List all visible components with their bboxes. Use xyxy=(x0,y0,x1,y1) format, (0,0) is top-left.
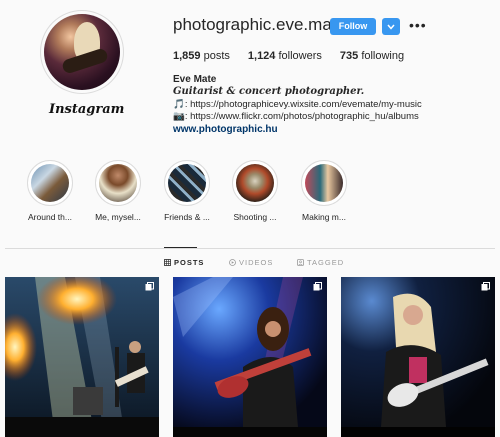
following-count-label: following xyxy=(361,50,405,62)
tag-icon xyxy=(297,259,304,266)
profile-avatar[interactable] xyxy=(40,10,124,94)
more-options-icon[interactable]: ••• xyxy=(409,17,427,33)
highlight-ring xyxy=(232,160,278,206)
followers-count-label: followers xyxy=(278,50,322,62)
post-thumbnail[interactable] xyxy=(173,277,327,437)
profile-stats: 1,859 posts 1,124 followers 735 followin… xyxy=(173,50,422,62)
profile-username: photographic.eve.mate xyxy=(173,15,346,34)
avatar-photo xyxy=(44,14,120,90)
highlight-ring xyxy=(164,160,210,206)
posts-count-label: posts xyxy=(203,50,230,62)
highlight-cover xyxy=(31,164,69,202)
bio-tagline: Guitarist & concert photographer. xyxy=(173,86,365,97)
highlight-label: Around th... xyxy=(28,212,72,222)
bio-full-name: Eve Mate xyxy=(173,74,217,85)
highlight-ring xyxy=(95,160,141,206)
followers-count-value: 1,124 xyxy=(247,50,276,62)
chevron-down-icon xyxy=(387,24,395,30)
posts-count[interactable]: 1,859 posts xyxy=(173,50,230,62)
highlight-ring xyxy=(301,160,347,206)
highlight-shooting[interactable]: Shooting ... xyxy=(225,160,285,222)
tab-tagged[interactable]: TAGGED xyxy=(297,258,344,267)
highlight-ring xyxy=(27,160,73,206)
highlight-cover xyxy=(305,164,343,202)
highlight-cover xyxy=(99,164,137,202)
tab-posts-label: POSTS xyxy=(174,258,205,267)
follow-button[interactable]: Follow xyxy=(330,18,376,35)
grid-icon xyxy=(164,259,171,266)
tab-videos[interactable]: VIDEOS xyxy=(229,258,273,267)
bio-website-link[interactable]: www.photographic.hu xyxy=(173,124,278,135)
post-image-fire-stage xyxy=(5,277,159,437)
highlight-cover xyxy=(168,164,206,202)
tab-posts[interactable]: POSTS xyxy=(164,258,204,267)
following-count[interactable]: 735 following xyxy=(340,50,404,62)
tab-tagged-label: TAGGED xyxy=(307,258,345,267)
followers-count[interactable]: 1,124 followers xyxy=(248,50,322,62)
post-thumbnail[interactable] xyxy=(341,277,495,437)
highlight-label: Me, mysel... xyxy=(95,212,141,222)
highlight-me[interactable]: Me, mysel... xyxy=(88,160,148,222)
posts-count-value: 1,859 xyxy=(173,50,201,62)
highlight-cover xyxy=(236,164,274,202)
multiple-photos-icon xyxy=(145,282,154,291)
highlight-label: Friends & ... xyxy=(164,212,210,222)
post-image-guitarist-blonde xyxy=(341,277,495,437)
multiple-photos-icon xyxy=(313,282,322,291)
bio-flickr-link: 📷: https://www.flickr.com/photos/photogr… xyxy=(173,111,419,122)
bio-music-link: 🎵: https://photographicevy.wixsite.com/e… xyxy=(173,99,422,110)
video-icon xyxy=(229,259,236,266)
highlight-making[interactable]: Making m... xyxy=(294,160,354,222)
highlight-around[interactable]: Around th... xyxy=(20,160,80,222)
instagram-logo: Instagram xyxy=(49,102,125,117)
post-thumbnail[interactable] xyxy=(5,277,159,437)
tabs-divider xyxy=(5,248,495,249)
tab-videos-label: VIDEOS xyxy=(239,258,274,267)
suggested-accounts-button[interactable] xyxy=(382,18,400,35)
multiple-photos-icon xyxy=(481,282,490,291)
highlight-label: Shooting ... xyxy=(233,212,277,222)
post-image-guitarist-blue xyxy=(173,277,327,437)
highlight-label: Making m... xyxy=(302,212,346,222)
highlight-friends[interactable]: Friends & ... xyxy=(157,160,217,222)
following-count-value: 735 xyxy=(339,50,359,62)
active-tab-indicator xyxy=(164,247,197,248)
